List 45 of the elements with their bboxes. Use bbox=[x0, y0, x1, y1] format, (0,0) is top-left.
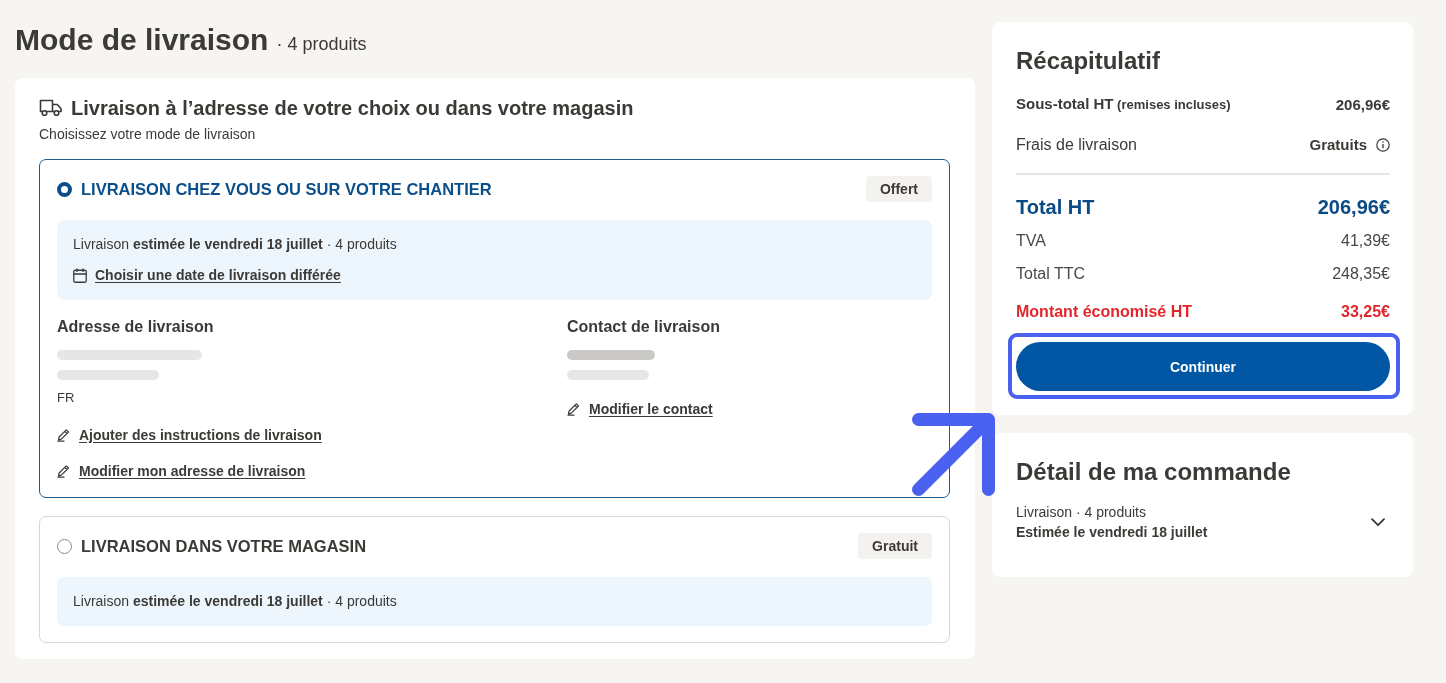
edit-link[interactable]: Modifier mon adresse de livraison bbox=[57, 461, 306, 481]
summary-value: 248,35€ bbox=[1332, 263, 1390, 284]
summary-label: Montant économisé HT bbox=[1016, 301, 1192, 322]
pencil-icon bbox=[567, 402, 581, 416]
address-heading: Adresse de livraison bbox=[57, 317, 215, 337]
price-badge: Offert bbox=[865, 176, 932, 202]
delivery-option[interactable] bbox=[39, 159, 950, 498]
order-detail-line: Livraison · 4 produits bbox=[1016, 503, 1146, 522]
option-title: LIVRAISON CHEZ VOUS OU SUR VOTRE CHANTIER bbox=[81, 179, 493, 200]
truck-icon bbox=[39, 99, 63, 117]
order-detail-estimate: Estimée le vendredi 18 juillet bbox=[1016, 523, 1208, 542]
page-title: Mode de livraison bbox=[15, 22, 269, 58]
info-icon[interactable] bbox=[1376, 138, 1390, 152]
calendar-icon bbox=[73, 267, 87, 283]
chevron-down-icon[interactable] bbox=[1371, 517, 1385, 527]
option-title: LIVRAISON DANS VOTRE MAGASIN bbox=[81, 536, 368, 557]
summary-value: 206,96€ bbox=[1317, 196, 1390, 219]
address-line: FR bbox=[57, 389, 75, 407]
deferred-date-link[interactable]: Choisir une date de livraison différée bbox=[73, 265, 341, 285]
contact-heading: Contact de livraison bbox=[567, 317, 721, 337]
pencil-icon bbox=[57, 428, 71, 442]
radio-button[interactable] bbox=[57, 538, 72, 554]
summary-label: TVA bbox=[1016, 230, 1046, 251]
summary-value: 206,96€ bbox=[1335, 94, 1390, 115]
summary-value: 41,39€ bbox=[1341, 230, 1390, 251]
product-count: · 4 produits bbox=[276, 33, 367, 56]
price-badge: Gratuit bbox=[858, 533, 932, 559]
summary-value: 33,25€ bbox=[1341, 301, 1390, 322]
pencil-icon bbox=[57, 464, 71, 478]
delivery-estimate-text: Livraison estimée le vendredi 18 juillet · 4 produits bbox=[73, 235, 397, 254]
edit-link[interactable]: Ajouter des instructions de livraison bbox=[57, 425, 322, 445]
section-title: Livraison à l’adresse de votre choix ou dans votre magasin bbox=[71, 96, 634, 120]
summary-label: Frais de livraison bbox=[1016, 135, 1137, 155]
delivery-estimate-text: Livraison estimée le vendredi 18 juillet · 4 produits bbox=[73, 592, 397, 611]
summary-label: Sous-total HT (remises incluses) bbox=[1016, 94, 1231, 114]
summary-label: Total TTC bbox=[1016, 263, 1086, 284]
continue-button[interactable]: Continuer bbox=[1016, 342, 1390, 391]
section-subtitle: Choisissez votre mode de livraison bbox=[39, 125, 257, 143]
delivery-option[interactable]: LIVRAISON DANS VOTRE MAGASIN Gratuit Livraison estimée le vendredi 18 juillet · 4 produits bbox=[39, 516, 950, 643]
radio-button[interactable] bbox=[57, 181, 72, 197]
summary-value: Gratuits bbox=[1309, 135, 1367, 155]
edit-link[interactable]: Modifier le contact bbox=[567, 399, 713, 419]
summary-label: Total HT bbox=[1016, 196, 1095, 219]
order-detail-title: Détail de ma commande bbox=[1016, 457, 1292, 487]
summary-title: Récapitulatif bbox=[1016, 46, 1162, 76]
